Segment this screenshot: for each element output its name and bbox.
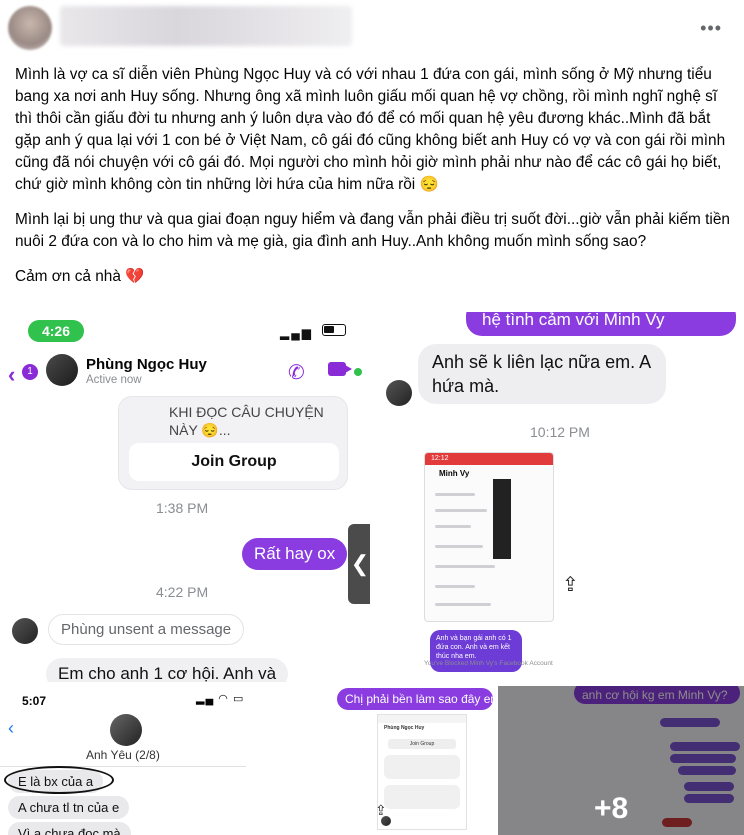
contact-avatar[interactable]: [46, 354, 78, 386]
join-group-button[interactable]: Join Group: [129, 443, 339, 481]
message-in[interactable]: Vì a chưa đọc mà: [8, 822, 131, 835]
timestamp: 10:12 PM: [530, 424, 590, 440]
post-paragraph: Cảm ơn cả nhà 💔: [15, 268, 145, 285]
back-arrow-icon[interactable]: ‹: [8, 362, 15, 388]
more-horizontal-icon[interactable]: •••: [700, 18, 722, 39]
contact-status: Active now: [86, 374, 142, 386]
timestamp: 1:38 PM: [156, 500, 209, 516]
inner-line: [435, 585, 475, 588]
message-out[interactable]: hệ tình cảm với Minh Vy: [466, 312, 736, 336]
contact-avatar[interactable]: [110, 714, 142, 746]
inner-line: [435, 603, 491, 606]
chevron-left-icon[interactable]: ❮: [348, 524, 370, 604]
redacted-block: [493, 479, 511, 559]
timestamp: 4:22 PM: [156, 584, 209, 600]
inner-contact-name: Phùng Ngọc Huy: [384, 725, 425, 731]
embedded-screenshot: 12:12 Minh Vy: [424, 452, 554, 622]
inner-join-button: Join Group: [388, 739, 456, 749]
blocked-notice: You've Blocked Minh Vy's Facebook Accoun…: [424, 660, 553, 667]
shared-group-card[interactable]: KHI ĐỌC CÂU CHUYỆN NÀY 😔... Join Group: [118, 396, 348, 490]
message-out[interactable]: Chị phải bền làm sao đây em: [337, 688, 495, 710]
message-in[interactable]: Anh sẽ k liên lạc nữa em. A hứa mà.: [418, 344, 666, 404]
photo-2[interactable]: hệ tình cảm với Minh Vy Anh sẽ k liên lạ…: [374, 312, 744, 682]
post-header: •••: [0, 0, 744, 58]
photo-3[interactable]: 5:07 ▂▄ ◠ ▭ ‹ Anh Yêu (2/8) E là bx của …: [0, 686, 246, 835]
inner-line: [435, 545, 483, 548]
phone-icon[interactable]: ✆: [288, 360, 305, 385]
embedded-screenshot: Phùng Ngọc Huy Join Group: [377, 714, 467, 830]
inner-line: [435, 509, 487, 512]
sender-avatar: [12, 618, 38, 644]
share-icon[interactable]: ⇪: [562, 572, 579, 597]
more-photos-count[interactable]: +8: [594, 792, 628, 826]
post-paragraph: Mình lại bị ung thư và qua giai đoạn ngu…: [15, 211, 730, 250]
sender-avatar: [386, 380, 412, 406]
photo-5[interactable]: anh cơ hội kg em Minh Vy? +8: [498, 686, 744, 835]
status-time: 4:26: [28, 320, 84, 342]
video-call-icon[interactable]: [328, 362, 352, 376]
inner-line: [435, 525, 471, 528]
signal-wifi-icon: ▂▄▆: [280, 326, 313, 340]
back-arrow-icon[interactable]: ‹: [8, 718, 14, 739]
battery-icon: [322, 324, 346, 336]
inner-status-bar: 12:12: [425, 453, 553, 465]
photo-4[interactable]: Chị phải bền làm sao đây em Phùng Ngọc H…: [249, 686, 495, 835]
photo-1[interactable]: 4:26 ▂▄▆ ‹ 1 Phùng Ngọc Huy Active now ✆…: [0, 312, 370, 682]
author-avatar[interactable]: [8, 6, 52, 50]
inner-line: [435, 565, 495, 568]
inner-header: [378, 715, 466, 723]
card-text: KHI ĐỌC CÂU CHUYỆN NÀY 😔...: [169, 404, 324, 438]
status-time: 5:07: [22, 694, 47, 708]
inner-line: [435, 493, 475, 496]
contact-name[interactable]: Phùng Ngọc Huy: [86, 356, 207, 373]
online-dot: [354, 368, 362, 376]
share-icon[interactable]: ⇪: [375, 802, 387, 819]
author-name-blurred[interactable]: [60, 6, 352, 46]
highlight-circle: [4, 766, 114, 794]
post-body: Mình là vợ ca sĩ diễn viên Phùng Ngọc Hu…: [15, 64, 731, 301]
post-paragraph: Mình là vợ ca sĩ diễn viên Phùng Ngọc Hu…: [15, 66, 726, 193]
message-out[interactable]: Rất hay ox: [242, 538, 348, 570]
inner-message: [384, 785, 460, 809]
unread-badge: 1: [22, 364, 38, 380]
message-in[interactable]: Em cho anh 1 cơ hội. Anh và: [46, 658, 289, 682]
contact-name[interactable]: Anh Yêu (2/8): [86, 748, 160, 762]
inner-contact-name: Minh Vy: [439, 469, 470, 478]
unsent-notice: Phùng unsent a message: [48, 614, 245, 645]
inner-message: [384, 755, 460, 779]
signal-wifi-battery-icon: ▂▄ ◠ ▭: [196, 693, 245, 705]
message-in[interactable]: A chưa tl tn của e: [8, 796, 130, 819]
